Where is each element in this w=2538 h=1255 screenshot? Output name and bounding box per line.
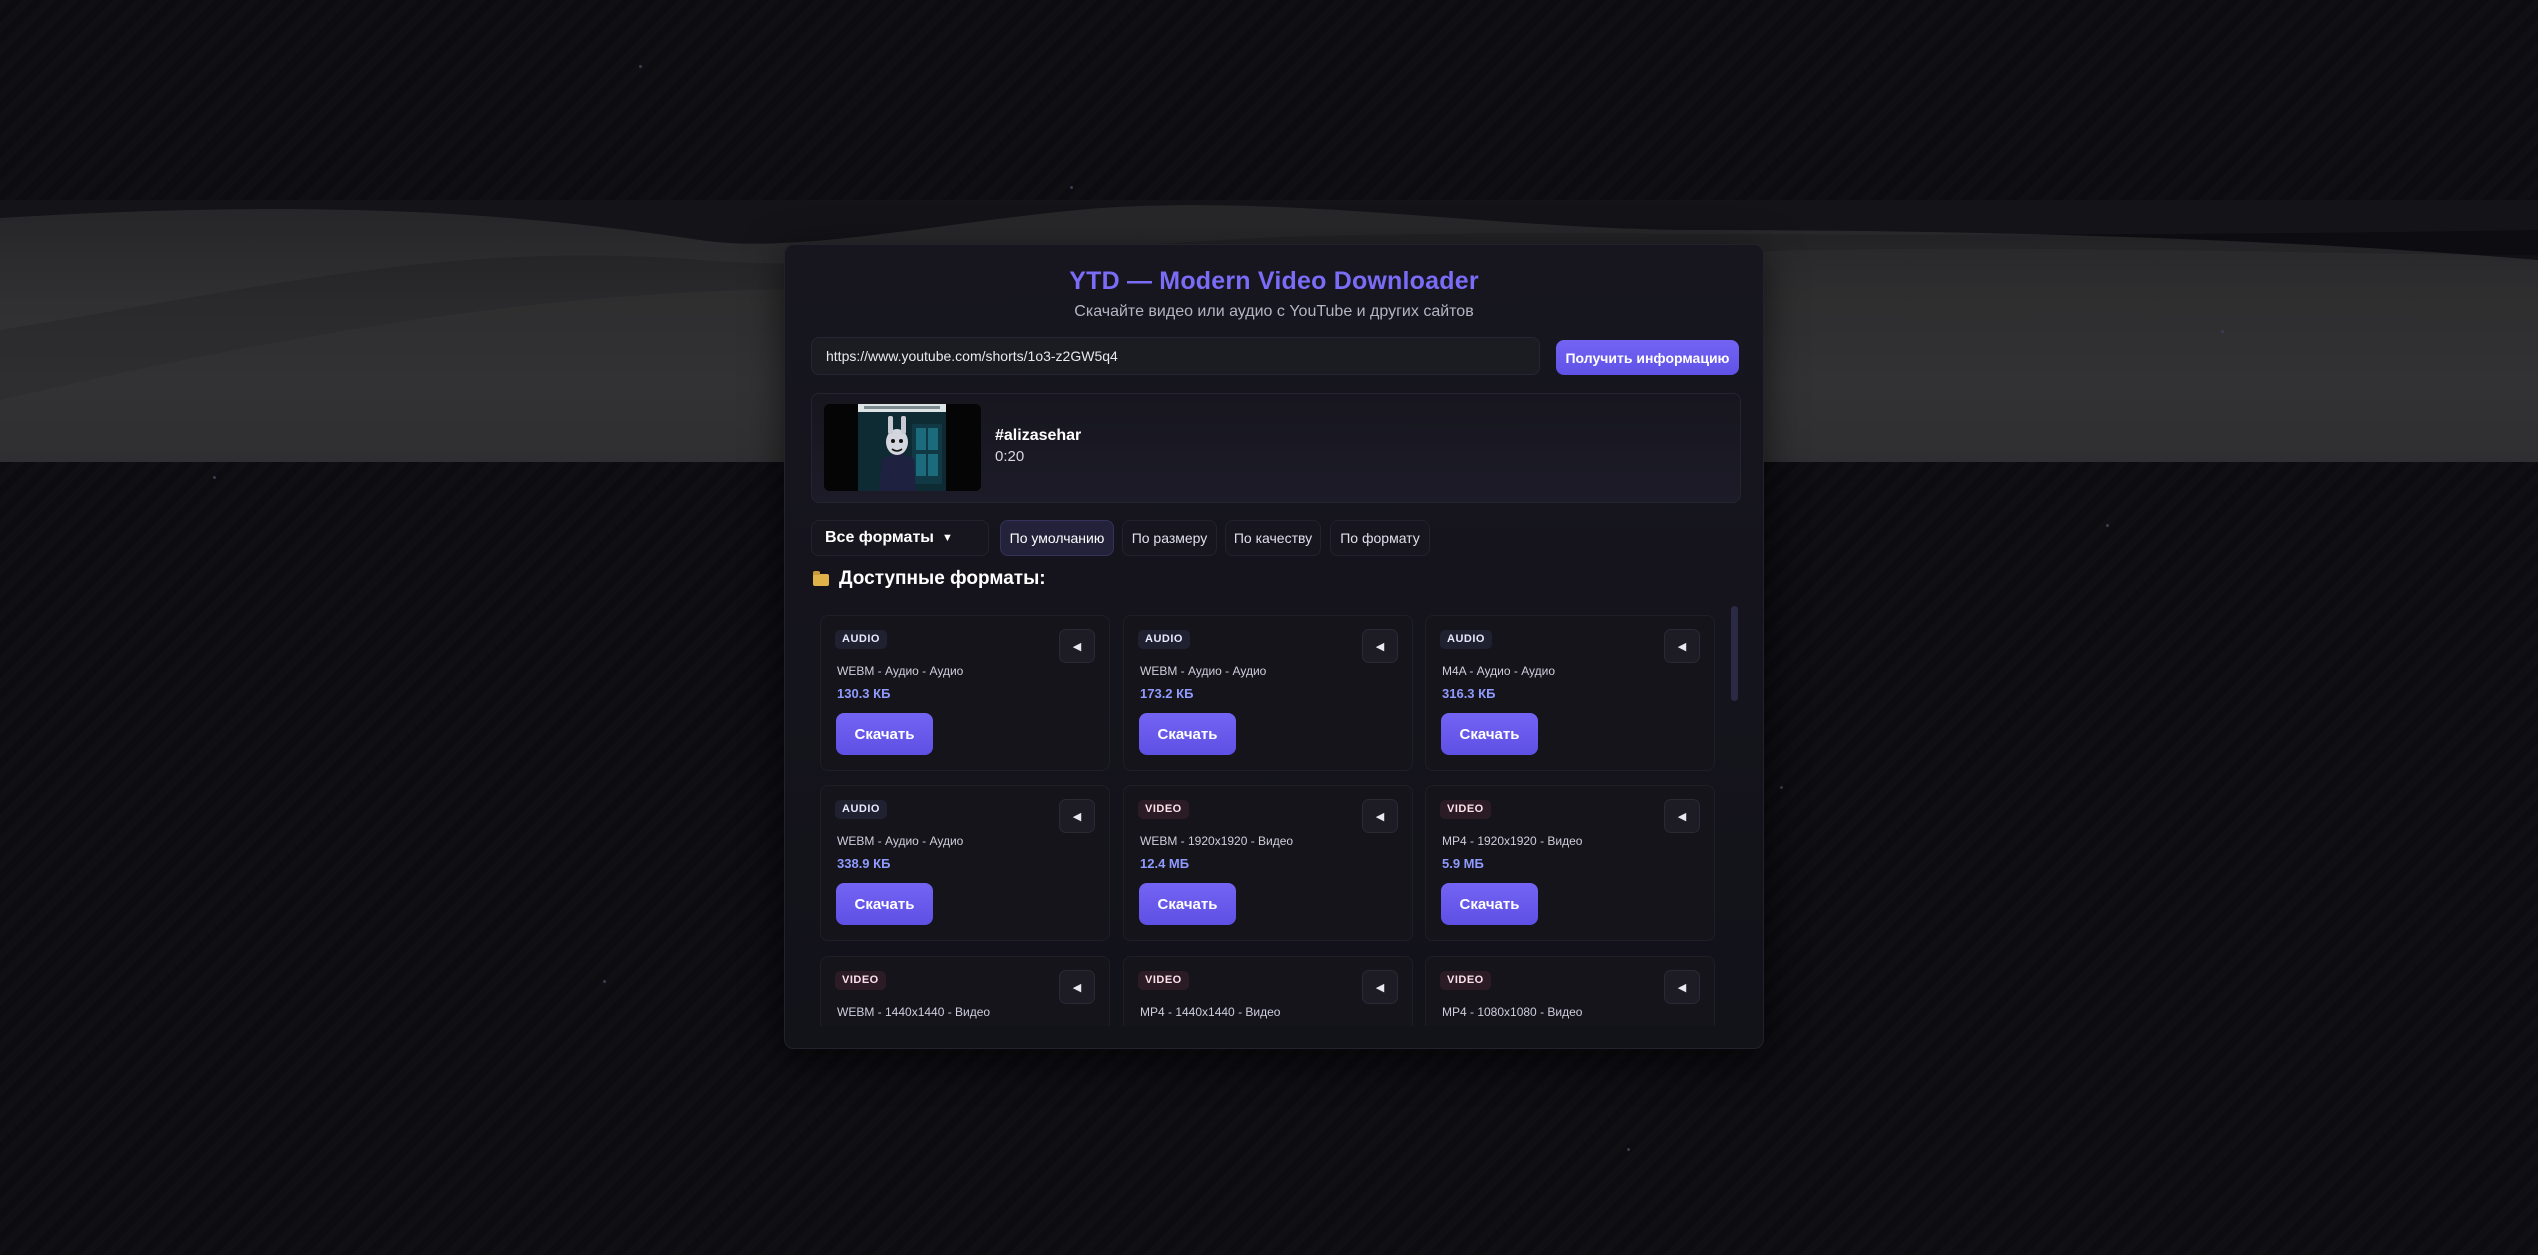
format-card: VIDEO ◀ MP4 - 1440x1440 - Видео (1123, 956, 1413, 1026)
format-type-badge: VIDEO (1440, 971, 1491, 990)
formats-section-label: Доступные форматы: (839, 568, 1046, 589)
format-type-badge: AUDIO (1138, 630, 1190, 649)
app-subtitle: Скачайте видео или аудио с YouTube и дру… (1074, 303, 1474, 320)
format-card: AUDIO ◀ M4A - Аудио - Аудио 316.3 КБ Ска… (1425, 615, 1715, 771)
play-preview-icon[interactable]: ◀ (1664, 799, 1700, 833)
folder-icon (813, 571, 829, 586)
background-star (603, 980, 606, 983)
sort-format-button[interactable]: По формату (1330, 520, 1430, 556)
play-preview-icon[interactable]: ◀ (1362, 970, 1398, 1004)
play-preview-icon[interactable]: ◀ (1664, 970, 1700, 1004)
play-preview-icon[interactable]: ◀ (1059, 799, 1095, 833)
format-type-badge: VIDEO (1440, 800, 1491, 819)
format-size: 5.9 МБ (1442, 856, 1484, 871)
download-button[interactable]: Скачать (1441, 883, 1538, 925)
format-type-badge: AUDIO (1440, 630, 1492, 649)
format-description: MP4 - 1920x1920 - Видео (1442, 834, 1583, 848)
formats-scrollbar[interactable] (1731, 606, 1738, 701)
format-type-badge: AUDIO (835, 630, 887, 649)
format-description: WEBM - Аудио - Аудио (837, 834, 964, 848)
format-card: AUDIO ◀ WEBM - Аудио - Аудио 130.3 КБ Ск… (820, 615, 1110, 771)
sort-size-button[interactable]: По размеру (1122, 520, 1217, 556)
format-type-badge: VIDEO (1138, 800, 1189, 819)
format-card: VIDEO ◀ MP4 - 1080x1080 - Видео (1425, 956, 1715, 1026)
play-preview-icon[interactable]: ◀ (1664, 629, 1700, 663)
download-button[interactable]: Скачать (1139, 883, 1236, 925)
play-preview-icon[interactable]: ◀ (1059, 970, 1095, 1004)
format-description: MP4 - 1440x1440 - Видео (1140, 1005, 1281, 1019)
sort-default-button[interactable]: По умолчанию (1000, 520, 1114, 556)
download-button[interactable]: Скачать (1441, 713, 1538, 755)
play-preview-icon[interactable]: ◀ (1059, 629, 1095, 663)
format-description: M4A - Аудио - Аудио (1442, 664, 1556, 678)
chevron-down-icon: ▼ (941, 532, 953, 544)
format-card: VIDEO ◀ WEBM - 1920x1920 - Видео 12.4 МБ… (1123, 785, 1413, 941)
formats-grid[interactable]: AUDIO ◀ WEBM - Аудио - Аудио 130.3 КБ Ск… (811, 606, 1739, 1026)
formats-section-title: Доступные форматы: (813, 568, 1046, 590)
format-description: WEBM - Аудио - Аудио (837, 664, 964, 678)
background-star (213, 476, 216, 479)
format-type-badge: VIDEO (835, 971, 886, 990)
format-description: MP4 - 1080x1080 - Видео (1442, 1005, 1583, 1019)
format-card: AUDIO ◀ WEBM - Аудио - Аудио 338.9 КБ Ск… (820, 785, 1110, 941)
background-star (1780, 786, 1783, 789)
video-thumbnail (824, 404, 981, 491)
video-duration: 0:20 (995, 448, 1025, 465)
format-size: 130.3 КБ (837, 686, 891, 701)
format-card: AUDIO ◀ WEBM - Аудио - Аудио 173.2 КБ Ск… (1123, 615, 1413, 771)
format-size: 173.2 КБ (1140, 686, 1194, 701)
url-input[interactable] (811, 337, 1540, 375)
format-size: 338.9 КБ (837, 856, 891, 871)
format-card: VIDEO ◀ WEBM - 1440x1440 - Видео (820, 956, 1110, 1026)
downloader-panel: YTD — Modern Video Downloader Скачайте в… (784, 244, 1764, 1049)
format-type-badge: AUDIO (835, 800, 887, 819)
background-star (639, 65, 642, 68)
format-type-badge: VIDEO (1138, 971, 1189, 990)
sort-quality-button[interactable]: По качеству (1225, 520, 1321, 556)
format-size: 316.3 КБ (1442, 686, 1496, 701)
format-filter-select[interactable]: Все форматы ▼ (811, 520, 989, 556)
play-preview-icon[interactable]: ◀ (1362, 799, 1398, 833)
background-star (1070, 186, 1073, 189)
format-card: VIDEO ◀ MP4 - 1920x1920 - Видео 5.9 МБ С… (1425, 785, 1715, 941)
download-button[interactable]: Скачать (1139, 713, 1236, 755)
app-title: YTD — Modern Video Downloader (1069, 267, 1479, 295)
format-size: 12.4 МБ (1140, 856, 1190, 871)
background-star (2106, 524, 2109, 527)
play-preview-icon[interactable]: ◀ (1362, 629, 1398, 663)
format-description: WEBM - 1920x1920 - Видео (1140, 834, 1294, 848)
format-description: WEBM - 1440x1440 - Видео (837, 1005, 991, 1019)
format-description: WEBM - Аудио - Аудио (1140, 664, 1267, 678)
video-info-card: #alizasehar 0:20 (811, 393, 1741, 503)
format-filter-value: Все форматы (825, 529, 934, 546)
download-button[interactable]: Скачать (836, 713, 933, 755)
background-star (1627, 1148, 1630, 1151)
video-title: #alizasehar (995, 427, 1082, 444)
background-star (2221, 330, 2224, 333)
get-info-button[interactable]: Получить информацию (1556, 340, 1739, 375)
download-button[interactable]: Скачать (836, 883, 933, 925)
